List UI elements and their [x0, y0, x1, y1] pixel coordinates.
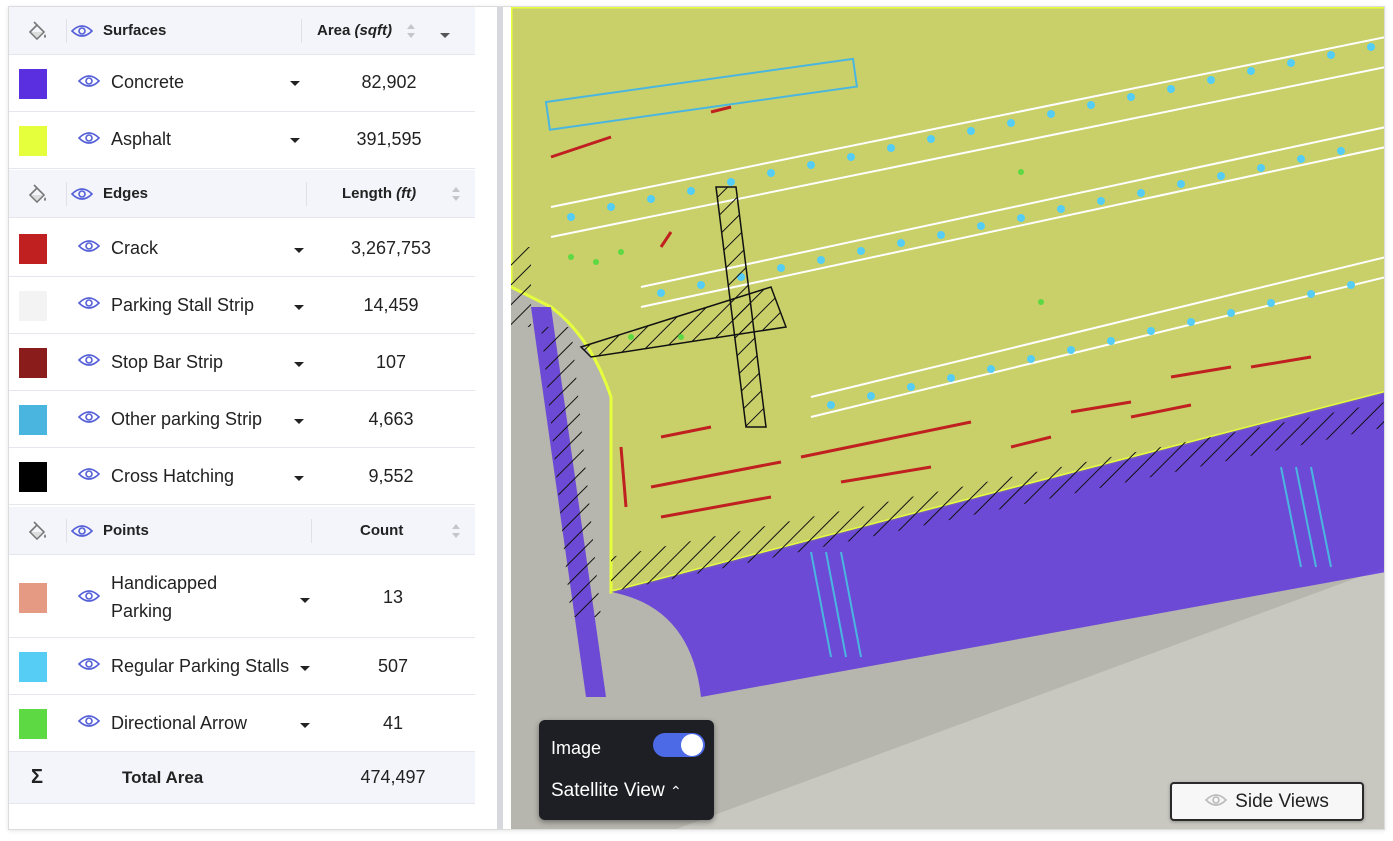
item-label: Concrete [111, 72, 184, 93]
color-swatch[interactable] [19, 348, 47, 378]
eye-icon[interactable] [78, 467, 100, 486]
list-item[interactable]: Crack 3,267,753 [9, 220, 475, 277]
color-swatch[interactable] [19, 69, 47, 99]
caret-down-icon[interactable] [299, 719, 311, 733]
item-label: Asphalt [111, 129, 171, 150]
color-swatch[interactable] [19, 291, 47, 321]
surfaces-header: Surfaces Area (sqft) [9, 7, 475, 55]
color-swatch[interactable] [19, 709, 47, 739]
eye-icon[interactable] [69, 187, 95, 201]
item-label: Parking Stall Strip [111, 295, 254, 316]
list-item[interactable]: Other parking Strip 4,663 [9, 391, 475, 448]
color-swatch[interactable] [19, 405, 47, 435]
map-overlay-gradient [511, 7, 1385, 830]
caret-down-icon[interactable] [289, 77, 301, 91]
caret-down-icon[interactable] [299, 662, 311, 676]
column-header[interactable]: Length (ft) [342, 185, 416, 202]
caret-down-icon[interactable] [439, 27, 451, 45]
list-item[interactable]: Asphalt 391,595 [9, 112, 475, 169]
caret-down-icon[interactable] [293, 472, 305, 486]
caret-down-icon[interactable] [293, 301, 305, 315]
paint-bucket-icon[interactable] [9, 184, 65, 204]
color-swatch[interactable] [19, 234, 47, 264]
eye-icon[interactable] [69, 24, 95, 38]
item-value: 4,663 [331, 409, 451, 430]
eye-icon[interactable] [69, 524, 95, 538]
section-title: Edges [103, 185, 475, 202]
eye-icon[interactable] [78, 239, 100, 258]
column-header[interactable]: Count [360, 522, 403, 539]
paint-bucket-icon[interactable] [9, 21, 65, 41]
item-value: 507 [333, 656, 453, 677]
list-item[interactable]: Regular Parking Stalls 507 [9, 638, 475, 695]
eye-icon[interactable] [78, 657, 100, 676]
item-label: Handicapped [111, 573, 217, 594]
toggle-knob [681, 734, 703, 756]
list-item[interactable]: Directional Arrow 41 [9, 695, 475, 752]
section-title: Points [103, 522, 475, 539]
eye-icon[interactable] [78, 131, 100, 150]
edges-header: Edges Length (ft) [9, 170, 475, 218]
color-swatch[interactable] [19, 652, 47, 682]
total-label: Total Area [122, 768, 203, 788]
total-value: 474,497 [333, 767, 453, 788]
eye-icon[interactable] [78, 353, 100, 372]
item-value: 107 [331, 352, 451, 373]
item-label: Other parking Strip [111, 409, 262, 430]
side-views-label: Side Views [1235, 791, 1329, 813]
sort-icon[interactable] [405, 21, 417, 46]
eye-icon [1205, 791, 1227, 813]
list-item[interactable]: Stop Bar Strip 107 [9, 334, 475, 391]
item-value: 14,459 [331, 295, 451, 316]
image-toggle[interactable] [653, 733, 705, 757]
color-swatch[interactable] [19, 126, 47, 156]
item-label: Stop Bar Strip [111, 352, 223, 373]
caret-down-icon[interactable] [293, 244, 305, 258]
sort-icon[interactable] [450, 184, 462, 209]
item-value: 3,267,753 [331, 238, 451, 259]
item-value: 13 [333, 587, 453, 608]
item-label: Crack [111, 238, 158, 259]
list-item[interactable]: Concrete 82,902 [9, 55, 475, 112]
eye-icon[interactable] [78, 589, 100, 608]
eye-icon[interactable] [78, 74, 100, 93]
caret-down-icon[interactable] [299, 594, 311, 608]
total-row: Σ Total Area 474,497 [9, 752, 475, 804]
points-header: Points Count [9, 507, 475, 555]
item-label: Directional Arrow [111, 713, 247, 734]
section-title: Surfaces [103, 22, 475, 39]
eye-icon[interactable] [78, 296, 100, 315]
caret-down-icon[interactable] [293, 415, 305, 429]
list-item[interactable]: Cross Hatching 9,552 [9, 448, 475, 505]
sort-icon[interactable] [450, 521, 462, 546]
item-value: 41 [333, 713, 453, 734]
item-value: 391,595 [329, 129, 449, 150]
column-header[interactable]: Area (sqft) [317, 22, 392, 39]
caret-down-icon[interactable] [289, 134, 301, 148]
panel-resize-handle[interactable] [475, 7, 503, 830]
list-item[interactable]: Parking Stall Strip 14,459 [9, 277, 475, 334]
caret-down-icon[interactable] [293, 358, 305, 372]
legend-panel: Surfaces Area (sqft) Concrete 82,902 Asp… [9, 7, 475, 830]
eye-icon[interactable] [78, 410, 100, 429]
item-label: Regular Parking Stalls [111, 656, 289, 677]
satellite-map[interactable] [511, 7, 1385, 830]
color-swatch[interactable] [19, 583, 47, 613]
eye-icon[interactable] [78, 714, 100, 733]
item-value: 82,902 [329, 72, 449, 93]
item-label: Cross Hatching [111, 466, 234, 487]
side-views-button[interactable]: Side Views [1170, 782, 1364, 821]
image-toggle-label: Image [551, 738, 601, 759]
paint-bucket-icon[interactable] [9, 521, 65, 541]
sigma-icon: Σ [31, 766, 43, 789]
chevron-up-icon: ⌃ [670, 783, 682, 799]
item-value: 9,552 [331, 466, 451, 487]
satellite-view-dropdown[interactable]: Satellite View ⌃ [551, 780, 682, 802]
map-view-control: Image Satellite View ⌃ [539, 720, 714, 820]
color-swatch[interactable] [19, 462, 47, 492]
app-window: Surfaces Area (sqft) Concrete 82,902 Asp… [8, 6, 1385, 830]
list-item[interactable]: Handicapped Parking 13 [9, 557, 475, 638]
item-label: Parking [111, 601, 172, 622]
